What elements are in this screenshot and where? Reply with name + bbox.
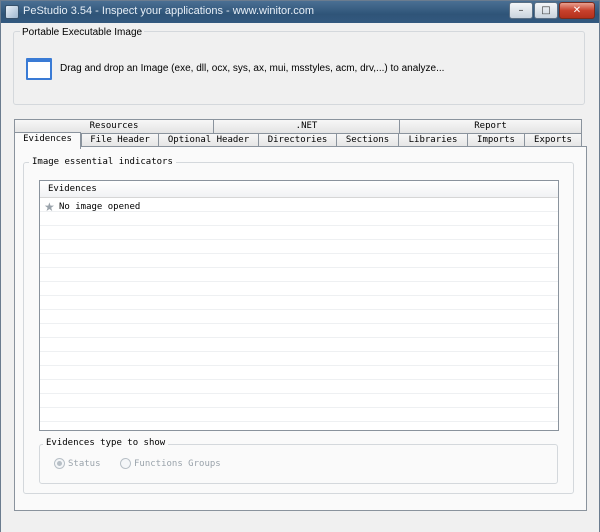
list-item[interactable]: ★ No image opened — [44, 200, 140, 213]
radio-status[interactable]: Status — [54, 458, 101, 469]
window-controls: – □ ✕ — [508, 2, 595, 19]
tab-report[interactable]: Report — [399, 119, 582, 133]
title-bar[interactable]: PeStudio 3.54 - Inspect your application… — [1, 1, 599, 23]
minimize-button[interactable]: – — [509, 2, 533, 19]
tab-imports[interactable]: Imports — [467, 133, 525, 147]
list-rows: ★ No image opened — [40, 198, 558, 430]
radio-dot-checked[interactable] — [54, 458, 65, 469]
drop-zone-instruction: Drag and drop an Image (exe, dll, ocx, s… — [60, 63, 445, 74]
evidence-type-group — [39, 444, 558, 484]
radio-status-label: Status — [68, 458, 101, 469]
window-title: PeStudio 3.54 - Inspect your application… — [23, 5, 315, 17]
tab-resources[interactable]: Resources — [14, 119, 214, 133]
radio-dot-unchecked[interactable] — [120, 458, 131, 469]
close-button[interactable]: ✕ — [559, 2, 595, 19]
evidences-list[interactable]: Evidences ★ No image opened — [39, 180, 559, 431]
drop-zone-group[interactable]: Portable Executable Image Drag and drop … — [13, 27, 585, 105]
status-bar — [1, 519, 599, 532]
maximize-button[interactable]: □ — [534, 2, 558, 19]
tab-file-header[interactable]: File Header — [81, 133, 159, 147]
list-item-label: No image opened — [59, 201, 141, 212]
tab-sections[interactable]: Sections — [336, 133, 399, 147]
drop-zone-title: Portable Executable Image — [20, 27, 145, 38]
app-window: PeStudio 3.54 - Inspect your application… — [0, 0, 600, 532]
column-header-evidences[interactable]: Evidences — [48, 184, 97, 194]
list-header[interactable]: Evidences — [40, 181, 558, 198]
window-drop-icon — [26, 58, 52, 80]
radio-functions-groups[interactable]: Functions Groups — [120, 458, 221, 469]
essential-indicators-title: Image essential indicators — [29, 157, 176, 167]
tab-libraries[interactable]: Libraries — [398, 133, 468, 147]
tab-exports[interactable]: Exports — [524, 133, 582, 147]
tab-directories[interactable]: Directories — [258, 133, 337, 147]
radio-functions-groups-label: Functions Groups — [134, 458, 221, 469]
app-icon — [5, 5, 19, 19]
tab-dotnet[interactable]: .NET — [213, 119, 400, 133]
evidence-type-title: Evidences type to show — [43, 438, 169, 448]
tab-optional-header[interactable]: Optional Header — [158, 133, 259, 147]
star-icon: ★ — [44, 199, 55, 214]
tab-evidences[interactable]: Evidences — [14, 132, 81, 149]
